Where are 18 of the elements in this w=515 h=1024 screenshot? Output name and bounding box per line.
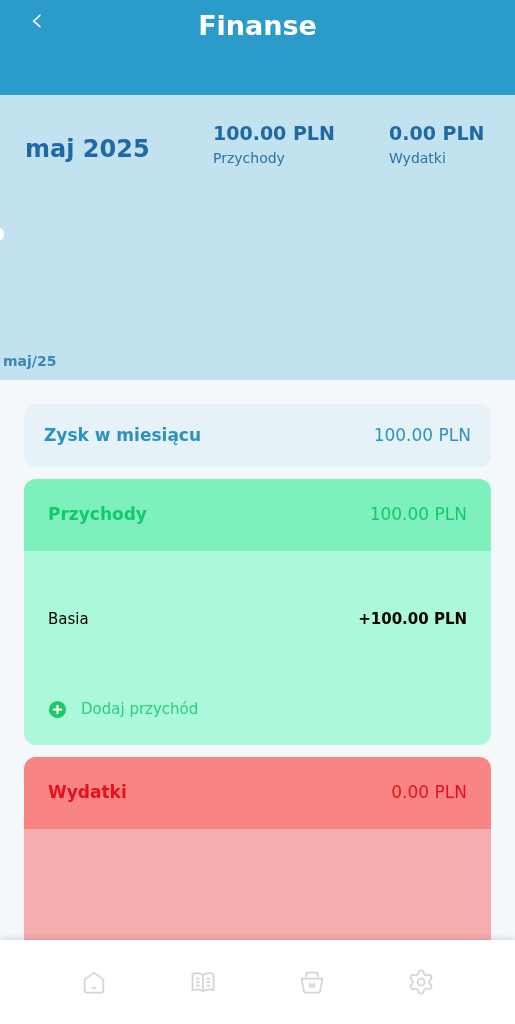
page-title: Finanse <box>198 9 317 43</box>
profit-amount: 100.00 PLN <box>373 423 471 447</box>
section-title: Przychody <box>48 503 147 527</box>
section-total: 100.00 PLN <box>369 503 467 527</box>
profit-label: Zysk w miesiącu <box>44 423 202 447</box>
chart-axis-label: maj/25 <box>3 352 57 371</box>
entry-amount: +100.00 PLN <box>358 608 467 630</box>
month-label: maj 2025 <box>25 134 151 165</box>
entry-name: Basia <box>48 608 89 630</box>
stat-amount: 100.00 PLN <box>213 121 336 146</box>
stat-label: Wydatki <box>389 148 447 168</box>
stat-amount: 0.00 PLN <box>389 121 485 146</box>
plus-circle-icon <box>48 699 67 719</box>
back-button[interactable]: ‹ <box>30 2 44 36</box>
add-income-button[interactable]: Dodaj przychód <box>24 687 491 731</box>
stat-label: Przychody <box>213 148 286 168</box>
section-total: 0.00 PLN <box>391 781 467 805</box>
section-title: Wydatki <box>48 781 127 805</box>
